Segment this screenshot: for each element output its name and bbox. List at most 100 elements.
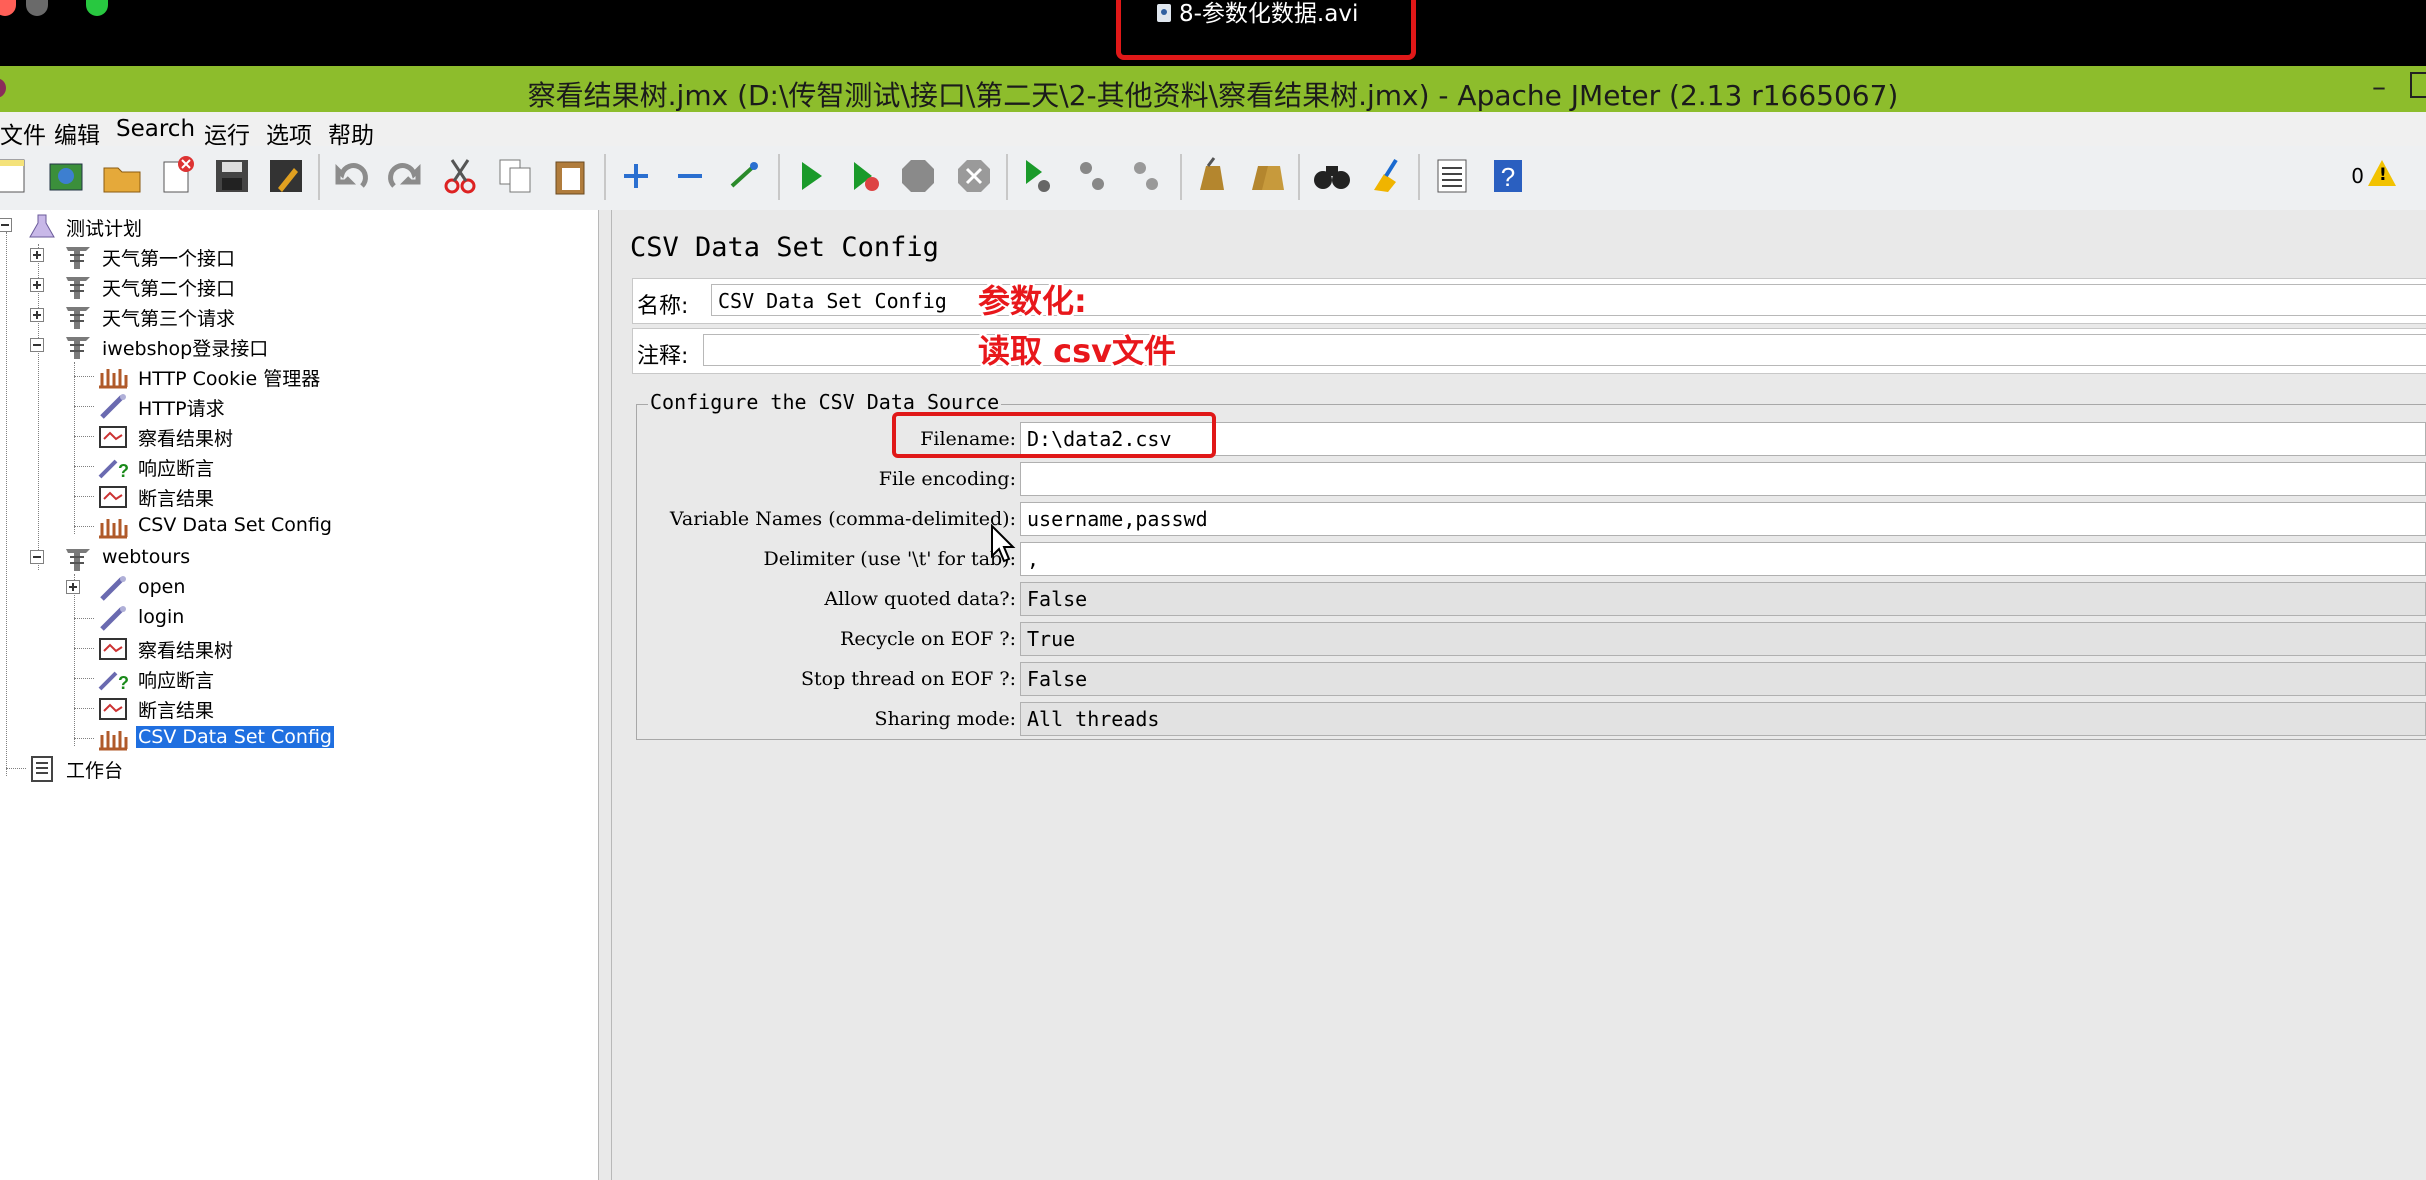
help-icon[interactable]: ? bbox=[1486, 154, 1530, 198]
svg-text:?: ? bbox=[1501, 162, 1515, 192]
file-encoding-label: File encoding: bbox=[878, 468, 1016, 490]
delimiter-label: Delimiter (use '\t' for tab): bbox=[763, 548, 1016, 570]
redo-icon[interactable] bbox=[384, 154, 428, 198]
clear-icon[interactable] bbox=[1190, 154, 1234, 198]
remote-start-icon[interactable] bbox=[1016, 154, 1060, 198]
recycle-eof-label: Recycle on EOF ?: bbox=[840, 628, 1016, 650]
tree-guide-line bbox=[74, 708, 94, 709]
zoom-window-button[interactable] bbox=[86, 0, 108, 16]
test-plan-icon bbox=[26, 213, 60, 241]
templates-icon[interactable] bbox=[44, 154, 88, 198]
collapse-toggle[interactable] bbox=[30, 550, 44, 564]
window-title: 察看结果树.jmx (D:\传智测试\接口\第二天\2-其他资料\察看结果树.j… bbox=[527, 79, 1899, 112]
variable-names-input[interactable]: username,passwd bbox=[1020, 502, 2426, 536]
config-element-icon bbox=[96, 725, 130, 753]
error-count: 0 bbox=[2351, 164, 2364, 188]
cut-icon[interactable] bbox=[438, 154, 482, 198]
stop-thread-eof-select[interactable]: False bbox=[1020, 662, 2426, 696]
menu-help[interactable]: 帮助 bbox=[328, 116, 374, 150]
workbench-icon bbox=[26, 755, 60, 783]
sampler-icon bbox=[96, 575, 130, 603]
collapse-toggle[interactable] bbox=[30, 338, 44, 352]
save-as-icon[interactable] bbox=[264, 154, 308, 198]
clear-all-icon[interactable] bbox=[1244, 154, 1288, 198]
delimiter-row: Delimiter (use '\t' for tab): , bbox=[636, 540, 2426, 578]
tree-node-label: 断言结果 bbox=[138, 700, 215, 722]
file-encoding-input[interactable] bbox=[1020, 462, 2426, 496]
delimiter-input[interactable]: , bbox=[1020, 542, 2426, 576]
tree-guide-line bbox=[74, 406, 94, 407]
save-icon[interactable] bbox=[210, 154, 254, 198]
warning-icon[interactable] bbox=[2368, 160, 2396, 186]
shutdown-icon[interactable] bbox=[952, 154, 996, 198]
tree-guide-line bbox=[74, 466, 94, 467]
svg-text:?: ? bbox=[118, 461, 129, 481]
copy-icon[interactable] bbox=[494, 154, 538, 198]
thread-group-icon bbox=[62, 243, 96, 271]
undo-icon[interactable] bbox=[328, 154, 372, 198]
listener-icon bbox=[96, 423, 130, 451]
close-window-button[interactable] bbox=[0, 0, 16, 16]
comment-input[interactable] bbox=[703, 334, 2426, 366]
menu-file[interactable]: 文件 bbox=[0, 116, 46, 150]
tree-guide-line bbox=[74, 648, 94, 649]
expand-icon[interactable] bbox=[614, 154, 658, 198]
tree-guide-line bbox=[74, 526, 94, 527]
tree-guide-line bbox=[74, 436, 94, 437]
allow-quoted-select[interactable]: False bbox=[1020, 582, 2426, 616]
close-icon[interactable] bbox=[156, 154, 200, 198]
maximize-button[interactable] bbox=[2410, 72, 2426, 98]
sharing-mode-row: Sharing mode: All threads bbox=[636, 700, 2426, 738]
filename-input[interactable]: D:\data2.csv bbox=[1020, 422, 2426, 456]
collapse-icon[interactable] bbox=[668, 154, 712, 198]
minimize-button[interactable]: – bbox=[2372, 70, 2386, 103]
menu-search[interactable]: Search bbox=[116, 116, 195, 142]
stop-icon[interactable] bbox=[896, 154, 940, 198]
tree-guide-line bbox=[38, 244, 39, 570]
collapse-toggle[interactable] bbox=[0, 218, 12, 232]
comment-row: 注释: bbox=[632, 328, 2426, 374]
tree-node-label: 响应断言 bbox=[138, 670, 215, 692]
assertion-icon: ? bbox=[96, 665, 130, 693]
video-title-box: 8-参数化数据.avi bbox=[1116, 0, 1416, 60]
tree-guide-line bbox=[6, 768, 26, 769]
toolbar-separator bbox=[1180, 154, 1182, 200]
thread-group-icon bbox=[62, 273, 96, 301]
tree-guide-line bbox=[6, 232, 7, 776]
start-icon[interactable] bbox=[788, 154, 832, 198]
annotation-line-1: 参数化: bbox=[978, 282, 1087, 320]
recycle-eof-row: Recycle on EOF ?: True bbox=[636, 620, 2426, 658]
tree-node-label: 断言结果 bbox=[138, 488, 215, 510]
remote-stop-icon[interactable] bbox=[1070, 154, 1114, 198]
recycle-eof-select[interactable]: True bbox=[1020, 622, 2426, 656]
tree-node-label: 天气第三个请求 bbox=[102, 308, 236, 330]
expand-toggle[interactable] bbox=[30, 278, 44, 292]
tree-node-label: 工作台 bbox=[66, 760, 124, 782]
name-input[interactable]: CSV Data Set Config bbox=[711, 284, 2426, 316]
tree-guide-line bbox=[74, 376, 94, 377]
new-icon[interactable] bbox=[0, 154, 34, 198]
expand-toggle[interactable] bbox=[30, 248, 44, 262]
menu-run[interactable]: 运行 bbox=[204, 116, 250, 150]
toolbar-separator bbox=[1418, 154, 1420, 200]
paste-icon[interactable] bbox=[548, 154, 592, 198]
menu-bar: 文件 编辑 Search 运行 选项 帮助 bbox=[0, 112, 2426, 149]
expand-toggle[interactable] bbox=[66, 580, 80, 594]
sharing-mode-select[interactable]: All threads bbox=[1020, 702, 2426, 736]
minimize-window-button[interactable] bbox=[26, 0, 48, 16]
start-no-pause-icon[interactable] bbox=[842, 154, 886, 198]
tree-node-label: 察看结果树 bbox=[138, 428, 234, 450]
remote-shutdown-icon[interactable] bbox=[1124, 154, 1168, 198]
function-helper-icon[interactable] bbox=[1430, 154, 1474, 198]
menu-edit[interactable]: 编辑 bbox=[54, 116, 100, 150]
open-icon[interactable] bbox=[100, 154, 144, 198]
config-element-icon bbox=[96, 513, 130, 541]
reset-search-icon[interactable] bbox=[1364, 154, 1408, 198]
tree-guide-line bbox=[74, 574, 75, 746]
toggle-icon[interactable] bbox=[722, 154, 766, 198]
search-icon[interactable] bbox=[1310, 154, 1354, 198]
panel-splitter[interactable] bbox=[598, 210, 612, 1180]
menu-options[interactable]: 选项 bbox=[266, 116, 312, 150]
expand-toggle[interactable] bbox=[30, 308, 44, 322]
tree-node-label: iwebshop登录接口 bbox=[102, 338, 269, 360]
